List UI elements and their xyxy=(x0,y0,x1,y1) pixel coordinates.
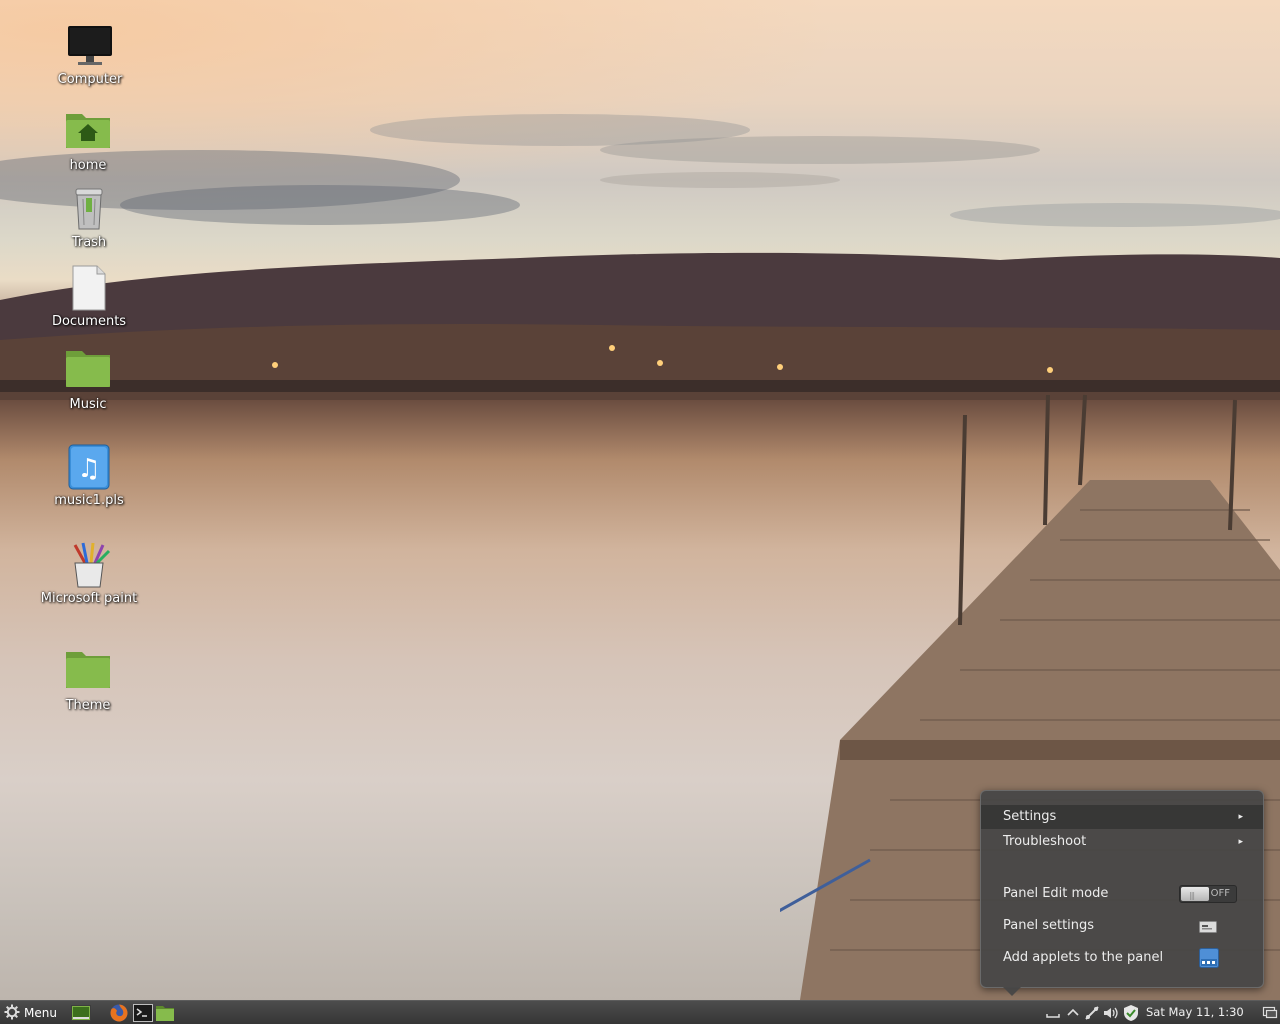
terminal-icon[interactable] xyxy=(133,1003,153,1023)
submenu-arrow-icon: ▸ xyxy=(1238,837,1243,847)
desktop-icon-label: Theme xyxy=(65,698,111,713)
firefox-icon[interactable] xyxy=(109,1003,129,1023)
update-shield-icon[interactable] xyxy=(1122,1004,1140,1022)
toggle-knob xyxy=(1181,884,1209,908)
music-playlist-icon: ♫ xyxy=(65,443,113,491)
desktop-icon-label: Microsoft paint xyxy=(40,591,138,606)
gear-icon xyxy=(4,1004,20,1023)
desktop-icon-home[interactable]: home xyxy=(28,108,148,173)
desktop-icon-label: home xyxy=(69,158,107,173)
desktop-icon-theme[interactable]: Theme xyxy=(28,648,148,713)
computer-monitor-icon xyxy=(66,22,114,70)
desktop-icon-computer[interactable]: Computer xyxy=(30,22,150,87)
desktop-icon-microsoft-paint[interactable]: Microsoft paint xyxy=(29,541,149,606)
submenu-arrow-icon: ▸ xyxy=(1238,812,1243,822)
clock[interactable]: Sat May 11, 1:30 xyxy=(1146,1005,1244,1019)
panel-edit-mode-toggle[interactable]: OFF xyxy=(1179,884,1237,908)
folder-icon xyxy=(64,347,112,395)
menu-item-panel-edit-mode[interactable]: Panel Edit mode OFF xyxy=(981,882,1263,908)
menu-item-label: Troubleshoot xyxy=(1003,834,1087,849)
workspace-icon[interactable] xyxy=(1262,1004,1280,1022)
document-icon xyxy=(65,264,113,312)
desktop-icon-label: Documents xyxy=(51,314,127,329)
menu-item-settings[interactable]: Settings ▸ xyxy=(981,805,1263,829)
keyboard-icon[interactable] xyxy=(1044,1004,1062,1022)
menu-item-add-applets[interactable]: Add applets to the panel xyxy=(981,946,1263,970)
wallpaper-hills xyxy=(0,252,1280,400)
files-icon[interactable] xyxy=(155,1003,175,1023)
toggle-state-label: OFF xyxy=(1210,888,1230,899)
desktop-icon-trash[interactable]: Trash xyxy=(29,185,149,250)
desktop-icon-music1-pls[interactable]: ♫ music1.pls xyxy=(29,443,149,508)
desktop-icon-label: Computer xyxy=(57,72,123,87)
menu-button-label: Menu xyxy=(24,1006,57,1020)
menu-item-panel-settings[interactable]: Panel settings xyxy=(981,914,1263,938)
trash-icon xyxy=(65,185,113,233)
menu-item-label: Add applets to the panel xyxy=(1003,950,1164,965)
panel-context-menu: Settings ▸ Troubleshoot ▸ Panel Edit mod… xyxy=(980,790,1264,996)
desktop-icon-label: Trash xyxy=(71,235,107,250)
bottom-panel: Menu Sat May 11, 1:30 xyxy=(0,1000,1280,1024)
menu-item-label: Panel Edit mode xyxy=(1003,886,1109,901)
desktop-icon-label: Music xyxy=(69,397,107,412)
desktop-icon-documents[interactable]: Documents xyxy=(29,264,149,329)
menu-item-label: Settings xyxy=(1003,809,1057,824)
menu-button[interactable]: Menu xyxy=(4,1003,57,1023)
desktop-icon-label: music1.pls xyxy=(54,493,124,508)
svg-text:♫: ♫ xyxy=(77,454,100,484)
desktop-icon-music[interactable]: Music xyxy=(28,347,148,412)
volume-icon[interactable] xyxy=(1102,1004,1120,1022)
network-icon[interactable] xyxy=(1083,1004,1101,1022)
folder-icon xyxy=(64,648,112,696)
home-folder-icon xyxy=(64,108,112,156)
menu-item-troubleshoot[interactable]: Troubleshoot ▸ xyxy=(981,830,1263,854)
applets-icon xyxy=(1199,948,1219,968)
chevron-up-icon[interactable] xyxy=(1064,1004,1082,1022)
menu-item-label: Panel settings xyxy=(1003,918,1095,933)
paint-app-icon xyxy=(65,541,113,589)
panel-settings-icon xyxy=(1199,919,1217,933)
show-desktop-icon[interactable] xyxy=(71,1003,91,1023)
